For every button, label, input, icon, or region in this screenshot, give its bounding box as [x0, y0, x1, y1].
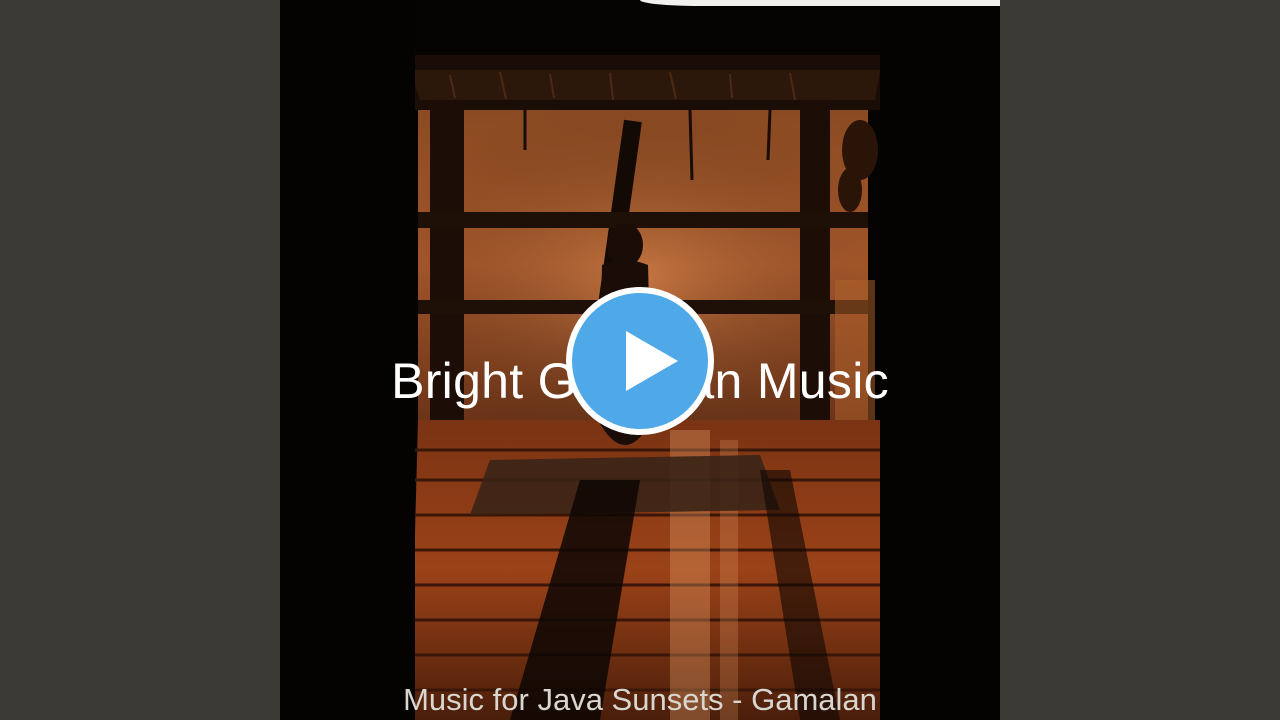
top-banner-strip [640, 0, 1000, 6]
play-icon [626, 331, 678, 391]
video-player[interactable]: Bright Gamalan Music Music for Java Suns… [0, 0, 1280, 720]
play-button[interactable] [566, 287, 714, 435]
play-button-circle [572, 293, 708, 429]
video-subtitle-overlay: Music for Java Sunsets - Gamalan [403, 682, 877, 717]
